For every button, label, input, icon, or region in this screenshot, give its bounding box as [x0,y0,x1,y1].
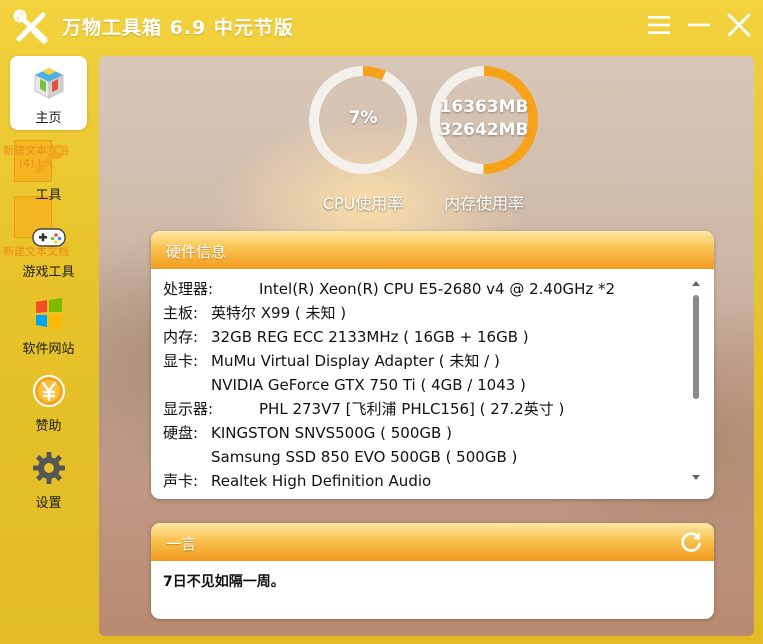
hardware-row-gpu: 显卡: MuMu Virtual Display Adapter ( 未知 / … [163,349,688,373]
hardware-label: 硬盘: [163,424,199,442]
memory-usage-caption: 内存使用率 [443,194,524,213]
main-content: 7% CPU使用率 16363MB 32642MB 内存使用率 硬件信息 处理器… [99,56,754,636]
memory-used: 16363MB [439,97,529,117]
wrench-icon [35,145,64,174]
close-icon[interactable] [726,12,752,38]
sidebar-item-settings[interactable]: 设置 [10,441,87,515]
scroll-up-arrow-icon[interactable] [692,281,700,286]
hardware-value: Intel(R) Xeon(R) CPU E5-2680 v4 @ 2.40GH… [259,280,616,298]
hardware-row-monitor: 显示器: PHL 273V7 [飞利浦 PHLC156] ( 27.2英寸 ) [163,397,688,421]
hardware-row-motherboard: 主板: 英特尔 X99 ( 未知 ) [163,301,688,325]
quote-text: 7日不见如隔一周。 [163,574,285,590]
hardware-value: KINGSTON SNVS500G ( 500GB ) [211,424,452,442]
scrollbar-thumb[interactable] [693,295,699,399]
refresh-icon[interactable] [679,530,703,554]
title-bar[interactable]: 万物工具箱 6.9 中元节版 [0,0,763,52]
quote-panel-header: 一言 [151,523,714,561]
hardware-value: Realtek High Definition Audio [211,472,432,490]
sidebar-item-label: 软件网站 [22,342,75,357]
sidebar: 新建文本文档 (4).txt 新建文本文档 主页 工具 游戏工具 软件网站 赞助… [0,52,98,644]
sidebar-item-game-tools[interactable]: 游戏工具 [10,210,87,284]
sidebar-item-software-sites[interactable]: 软件网站 [10,287,87,361]
hardware-row-cpu: 处理器: Intel(R) Xeon(R) CPU E5-2680 v4 @ 2… [163,277,688,301]
hardware-value: 英特尔 X99 ( 未知 ) [211,304,347,322]
cpu-gauge: 7% [306,63,420,177]
hardware-value: 32GB REG ECC 2133MHz ( 16GB + 16GB ) [211,328,529,346]
sidebar-item-label: 设置 [35,496,62,511]
hardware-label: 显卡: [163,352,199,370]
gamepad-icon [32,228,66,247]
hardware-label: 声卡: [163,472,199,490]
cpu-usage-caption: CPU使用率 [322,194,404,213]
window-title: 万物工具箱 6.9 中元节版 [62,17,294,39]
hardware-value: NVIDIA GeForce GTX 750 Ti ( 4GB / 1043 ) [211,376,526,394]
sidebar-item-home[interactable]: 主页 [10,56,87,130]
app-window: 万物工具箱 6.9 中元节版 新建文本文档 (4).txt 新建文本文档 主页 … [0,0,763,644]
sidebar-item-sponsor[interactable]: 赞助 [10,364,87,438]
hardware-panel-title: 硬件信息 [166,243,227,261]
quote-panel: 一言 7日不见如隔一周。 [151,523,714,619]
hardware-row-audio: 声卡: Realtek High Definition Audio [163,469,688,493]
memory-gauge: 16363MB 32642MB [427,63,541,177]
menu-icon[interactable] [646,12,672,38]
memory-total: 32642MB [439,120,529,140]
hardware-row-disk-2: Samsung SSD 850 EVO 500GB ( 500GB ) [163,445,688,469]
hardware-row-memory: 内存: 32GB REG ECC 2133MHz ( 16GB + 16GB ) [163,325,688,349]
hardware-scrollbar[interactable] [689,275,703,487]
gear-icon [33,452,65,484]
hardware-row-disk: 硬盘: KINGSTON SNVS500G ( 500GB ) [163,421,688,445]
quote-panel-title: 一言 [166,535,197,553]
hardware-value: MuMu Virtual Display Adapter ( 未知 / ) [211,352,500,370]
tools-logo-icon [13,9,48,44]
hardware-row-gpu-2: NVIDIA GeForce GTX 750 Ti ( 4GB / 1043 ) [163,373,688,397]
sidebar-item-label: 游戏工具 [22,265,75,280]
sidebar-item-tools[interactable]: 工具 [10,133,87,207]
hardware-value: Samsung SSD 850 EVO 500GB ( 500GB ) [211,448,518,466]
sidebar-item-label: 主页 [35,111,62,126]
sidebar-item-label: 工具 [35,188,62,203]
scroll-down-arrow-icon[interactable] [692,475,700,480]
hardware-panel-header: 硬件信息 [151,231,714,269]
minimize-icon[interactable] [686,12,712,38]
hardware-label: 显示器: [163,400,214,418]
cpu-usage-value: 7% [348,108,378,128]
hardware-list: 处理器: Intel(R) Xeon(R) CPU E5-2680 v4 @ 2… [163,277,688,493]
hardware-label: 内存: [163,328,199,346]
home-cube-icon [34,68,64,99]
windows-icon [36,298,62,329]
hardware-value: PHL 273V7 [飞利浦 PHLC156] ( 27.2英寸 ) [259,400,565,418]
hardware-label: 主板: [163,304,199,322]
hardware-label: 处理器: [163,280,214,298]
sidebar-item-label: 赞助 [35,419,62,434]
yen-coin-icon [33,375,65,407]
hardware-panel: 硬件信息 处理器: Intel(R) Xeon(R) CPU E5-2680 v… [151,231,714,499]
